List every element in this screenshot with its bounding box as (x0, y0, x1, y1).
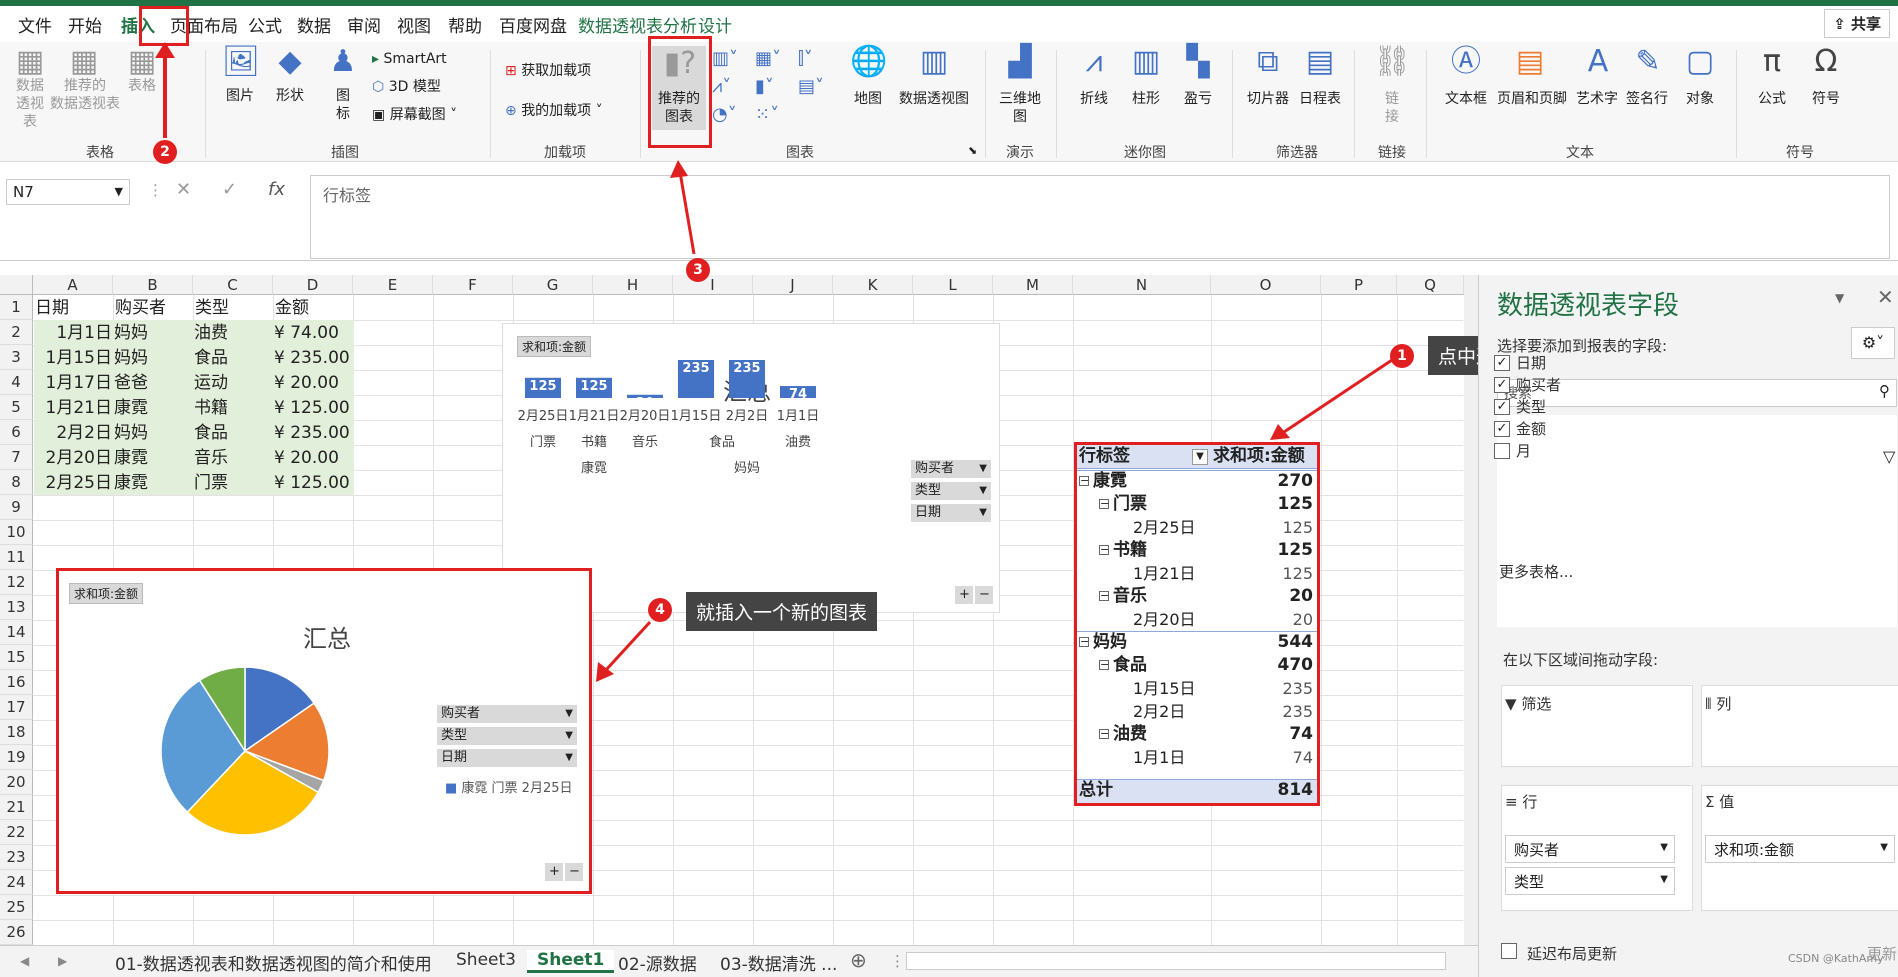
field-checkbox[interactable]: ✓ (1494, 355, 1510, 371)
chevron-down-icon[interactable]: ▼ (1835, 291, 1844, 305)
drag-hint: 在以下区域间拖动字段: (1503, 651, 1659, 669)
close-icon[interactable]: ✕ (1877, 285, 1894, 309)
add-sheet-icon[interactable]: ⊕ (850, 948, 867, 972)
row-field-buyer[interactable]: 购买者 ▼ (1505, 835, 1675, 863)
chevron-down-icon: ▼ (1660, 874, 1668, 885)
scroll-left-icon[interactable]: ◀ (20, 954, 29, 968)
values-area-label: Σ 值 (1705, 793, 1735, 811)
pivot-field-pane: 数据透视表字段 ▼ ✕ 选择要添加到报表的字段: ⚙˅ 搜索 ⚲ ✓ 日期 ✓ 购买者 ✓… (1478, 275, 1898, 977)
field-label: 月 (1516, 442, 1532, 460)
field-label: 金额 (1516, 420, 1547, 438)
sheet-tab[interactable]: 03-数据清洗 ... (720, 950, 837, 975)
value-field-sum-amount[interactable]: 求和项:金额 ▼ (1705, 835, 1895, 863)
field-checkbox[interactable] (1494, 443, 1510, 459)
field-label: 日期 (1516, 354, 1547, 372)
horizontal-scrollbar[interactable] (906, 952, 1446, 970)
step-3-badge: 3 (686, 258, 710, 282)
chevron-down-icon: ▼ (1660, 842, 1668, 853)
filter-icon: ▼ (1505, 695, 1522, 713)
columns-area-label: ⦀ 列 (1705, 695, 1732, 713)
sheet-tab[interactable]: 02-源数据 (618, 950, 697, 975)
filters-area-label: ▼ 筛选 (1505, 695, 1552, 713)
row-field-type[interactable]: 类型 ▼ (1505, 867, 1675, 895)
columns-icon: ⦀ (1705, 695, 1717, 713)
defer-layout-checkbox[interactable] (1501, 943, 1517, 959)
field-checkbox[interactable]: ✓ (1494, 377, 1510, 393)
more-tables-link[interactable]: 更多表格... (1499, 561, 1573, 582)
field-label: 购买者 (1516, 376, 1562, 394)
more-icon: ⋮ (890, 952, 905, 970)
field-label: 类型 (1516, 398, 1547, 416)
gear-icon[interactable]: ⚙˅ (1851, 327, 1895, 359)
sheet-tabs-bar: ◀ ▶ 01-数据透视表和数据透视图的简介和使用 Sheet3 Sheet1 0… (0, 945, 1478, 977)
sheet-tab[interactable]: Sheet3 (456, 950, 516, 970)
step-1-badge: 1 (1390, 344, 1414, 368)
filter-icon: ▽ (1883, 447, 1896, 466)
step-2-badge: 2 (153, 140, 177, 164)
callout-new-chart: 就插入一个新的图表 (686, 592, 878, 631)
sheet-tab-active[interactable]: Sheet1 (527, 950, 615, 973)
search-icon: ⚲ (1879, 382, 1890, 400)
sheet-tab[interactable]: 01-数据透视表和数据透视图的简介和使用 (115, 950, 432, 975)
step-4-badge: 4 (648, 598, 672, 622)
pane-title: 数据透视表字段 (1497, 291, 1680, 321)
field-checkbox[interactable]: ✓ (1494, 399, 1510, 415)
field-checkbox[interactable]: ✓ (1494, 421, 1510, 437)
rows-area-label: ≡ 行 (1505, 793, 1538, 811)
watermark: CSDN @KathAmy (1788, 952, 1884, 965)
chevron-down-icon: ▼ (1880, 842, 1888, 853)
scroll-right-icon[interactable]: ▶ (58, 954, 67, 968)
field-list (1497, 415, 1897, 627)
rows-icon: ≡ (1505, 793, 1523, 811)
sum-icon: Σ (1705, 793, 1720, 811)
defer-layout-label: 延迟布局更新 (1527, 945, 1618, 963)
